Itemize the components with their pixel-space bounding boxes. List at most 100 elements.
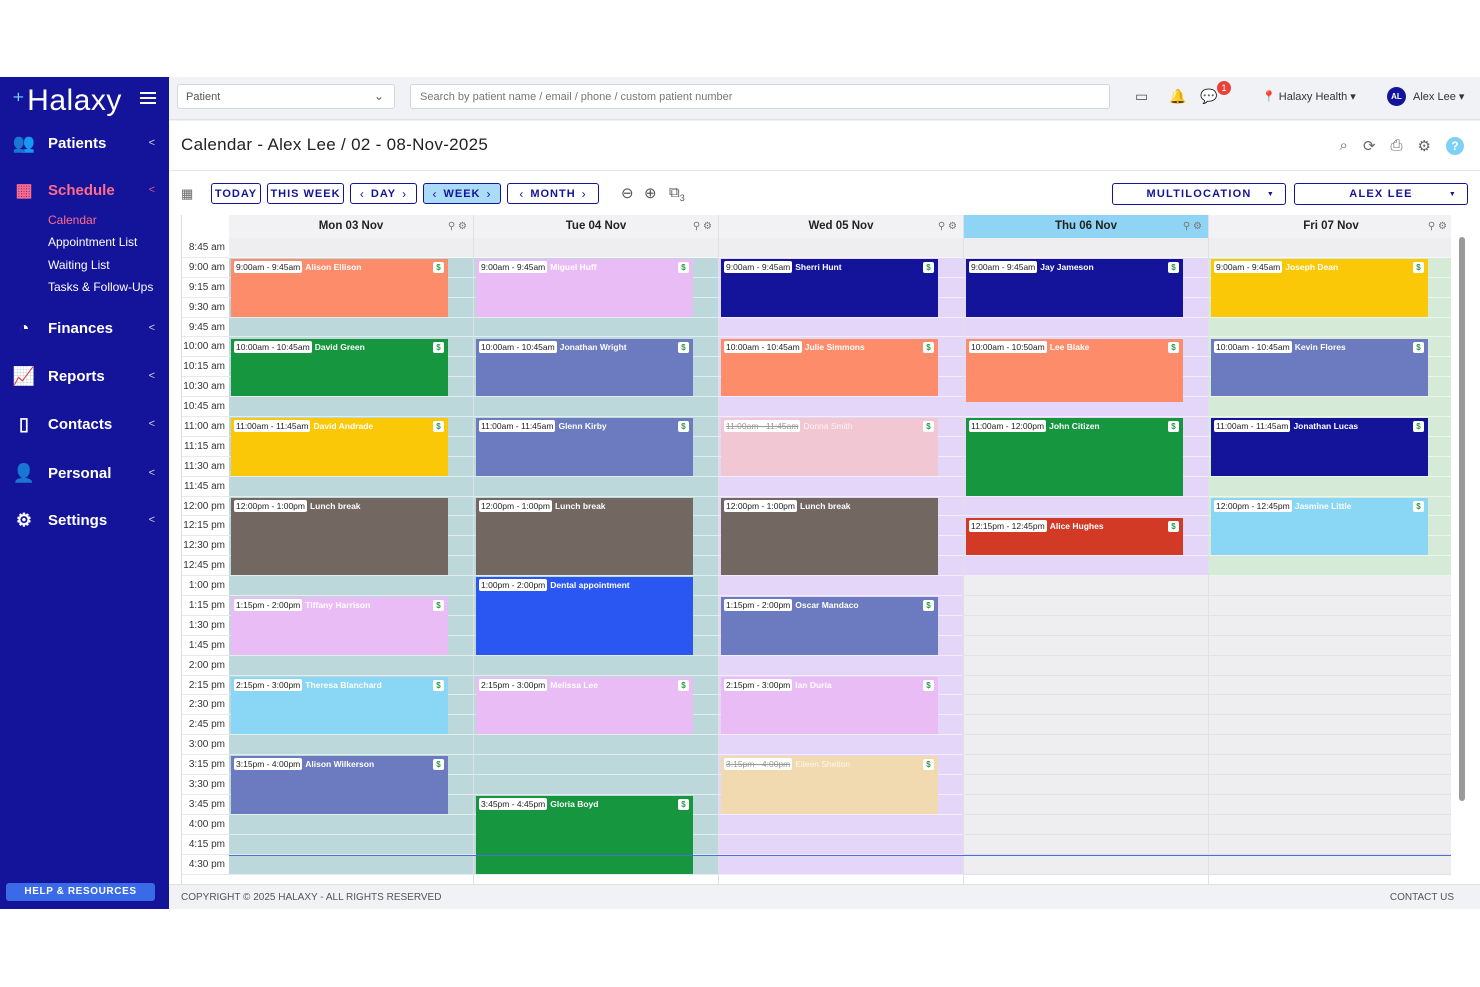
time-slot[interactable] (719, 238, 963, 258)
month-button[interactable]: ‹ MONTH › (507, 183, 599, 204)
day-button[interactable]: ‹ DAY › (350, 183, 417, 204)
appointment-block[interactable]: 2:15pm - 3:00pm Theresa Blanchard $ (231, 676, 448, 735)
patient-select[interactable]: Patient ⌄ (177, 84, 395, 109)
time-slot[interactable] (964, 715, 1208, 736)
refresh-icon[interactable]: ⟳ (1363, 137, 1376, 155)
chat-icon[interactable]: 💬 (1200, 88, 1217, 105)
appointment-block[interactable]: 2:15pm - 3:00pm Ian Duria $ (721, 676, 938, 735)
sidebar-item-personal[interactable]: 👤 Personal < (0, 460, 169, 486)
time-slot[interactable] (1209, 675, 1451, 696)
payment-icon[interactable]: $ (678, 679, 689, 691)
payment-icon[interactable]: $ (433, 421, 444, 433)
payment-icon[interactable]: $ (923, 261, 934, 273)
this-week-button[interactable]: THIS WEEK (267, 183, 344, 204)
day-column[interactable]: 9:00am - 9:45am Jay Jameson $10:00am - 10:… (964, 238, 1209, 884)
appointment-block[interactable]: 3:15pm - 4:00pm Eileen Shelton $ (721, 756, 938, 815)
appointment-block[interactable]: 10:00am - 10:45am David Green $ (231, 338, 448, 397)
time-slot[interactable] (1209, 834, 1451, 855)
time-slot[interactable] (719, 476, 963, 497)
calendar-scrollbar[interactable] (1459, 237, 1465, 801)
time-slot[interactable] (474, 476, 718, 497)
time-slot[interactable] (964, 695, 1208, 716)
day-header[interactable]: Thu 06 Nov ⚲ ⚙ (964, 215, 1209, 238)
time-slot[interactable] (964, 675, 1208, 696)
time-slot[interactable] (229, 476, 473, 497)
payment-icon[interactable]: $ (923, 679, 934, 691)
appointment-block[interactable]: 9:00am - 9:45am Alison Ellison $ (231, 258, 448, 317)
bell-icon[interactable]: 🔔 (1169, 88, 1186, 105)
time-slot[interactable] (229, 735, 473, 756)
time-slot[interactable] (964, 238, 1208, 258)
time-slot[interactable] (1209, 596, 1451, 616)
time-slot[interactable] (719, 576, 963, 597)
appointment-block[interactable]: 11:00am - 11:45am Glenn Kirby $ (476, 418, 693, 476)
appointment-block[interactable]: 10:00am - 10:45am Julie Simmons $ (721, 338, 938, 397)
time-slot[interactable] (474, 755, 718, 776)
time-slot[interactable] (1209, 576, 1451, 597)
subnav-tasks-follow-ups[interactable]: Tasks & Follow-Ups (48, 280, 153, 294)
time-slot[interactable] (1209, 397, 1451, 418)
help-icon[interactable]: ? (1446, 137, 1464, 155)
sidebar-item-reports[interactable]: 📈 Reports < (0, 363, 169, 389)
time-slot[interactable] (1209, 476, 1451, 497)
hamburger-menu-icon[interactable] (140, 92, 156, 104)
resources-icon[interactable]: ⧉3 (669, 184, 685, 203)
payment-icon[interactable]: $ (678, 421, 689, 433)
appointment-block[interactable]: 1:15pm - 2:00pm Oscar Mandaco $ (721, 597, 938, 655)
appointment-block[interactable]: 11:00am - 12:00pm John Citizen $ (966, 418, 1183, 496)
payment-icon[interactable]: $ (678, 799, 689, 811)
payment-icon[interactable]: $ (433, 759, 444, 771)
payment-icon[interactable]: $ (433, 341, 444, 353)
payment-icon[interactable]: $ (1168, 520, 1179, 532)
settings-gear-icon[interactable]: ⚙ (1418, 137, 1431, 155)
subnav-calendar[interactable]: Calendar (48, 213, 97, 227)
day-column[interactable]: 9:00am - 9:45am Joseph Dean $10:00am - 10:… (1209, 238, 1451, 884)
time-slot[interactable] (229, 576, 473, 597)
time-slot[interactable] (1209, 695, 1451, 716)
subnav-waiting-list[interactable]: Waiting List (48, 258, 110, 272)
time-slot[interactable] (1209, 735, 1451, 756)
time-slot[interactable] (719, 814, 963, 835)
time-slot[interactable] (964, 655, 1208, 676)
appointment-block[interactable]: 12:00pm - 1:00pm Lunch break (476, 497, 693, 576)
appointment-block[interactable]: 2:15pm - 3:00pm Melissa Lee $ (476, 676, 693, 735)
appointment-block[interactable]: 3:45pm - 4:45pm Gloria Boyd $ (476, 796, 693, 874)
appointment-block[interactable]: 10:00am - 10:45am Jonathan Wright $ (476, 338, 693, 397)
pin-settings-icon[interactable]: ⚲ ⚙ (448, 215, 467, 238)
appointment-block[interactable]: 10:00am - 10:50am Lee Blake $ (966, 338, 1183, 403)
time-slot[interactable] (964, 775, 1208, 795)
time-slot[interactable] (1209, 556, 1451, 577)
appointment-block[interactable]: 9:00am - 9:45am Joseph Dean $ (1211, 258, 1428, 317)
payment-icon[interactable]: $ (678, 261, 689, 273)
appointment-block[interactable]: 1:15pm - 2:00pm Tiffany Harrison $ (231, 597, 448, 655)
time-slot[interactable] (1209, 854, 1451, 875)
appointment-block[interactable]: 9:00am - 9:45am Miguel Huff $ (476, 258, 693, 317)
time-slot[interactable] (229, 655, 473, 676)
time-slot[interactable] (474, 317, 718, 338)
search-icon[interactable]: ⌕ (1340, 137, 1348, 155)
payment-icon[interactable]: $ (1168, 341, 1179, 353)
contact-us-link[interactable]: CONTACT US (1390, 892, 1454, 903)
appointment-block[interactable]: 11:00am - 11:45am Jonathan Lucas $ (1211, 418, 1428, 476)
payment-icon[interactable]: $ (923, 600, 934, 612)
payment-icon[interactable]: $ (1168, 421, 1179, 433)
today-button[interactable]: TODAY (211, 183, 261, 204)
pin-settings-icon[interactable]: ⚲ ⚙ (1428, 215, 1447, 238)
chevron-right-icon[interactable]: › (402, 187, 407, 201)
appointment-block[interactable]: 9:00am - 9:45am Sherri Hunt $ (721, 258, 938, 317)
chevron-right-icon[interactable]: › (487, 187, 492, 201)
time-slot[interactable] (964, 735, 1208, 756)
halaxy-logo[interactable]: ⁺ Halaxy (12, 81, 122, 121)
time-slot[interactable] (964, 635, 1208, 656)
time-slot[interactable] (1209, 238, 1451, 258)
time-slot[interactable] (1209, 317, 1451, 338)
time-slot[interactable] (1209, 775, 1451, 795)
chevron-left-icon[interactable]: ‹ (519, 187, 524, 201)
time-slot[interactable] (229, 317, 473, 338)
time-slot[interactable] (1209, 794, 1451, 815)
appointment-block[interactable]: 12:00pm - 1:00pm Lunch break (721, 497, 938, 576)
time-slot[interactable] (964, 755, 1208, 776)
payment-icon[interactable]: $ (1413, 261, 1424, 273)
payment-icon[interactable]: $ (433, 261, 444, 273)
week-button[interactable]: ‹ WEEK › (423, 183, 501, 204)
